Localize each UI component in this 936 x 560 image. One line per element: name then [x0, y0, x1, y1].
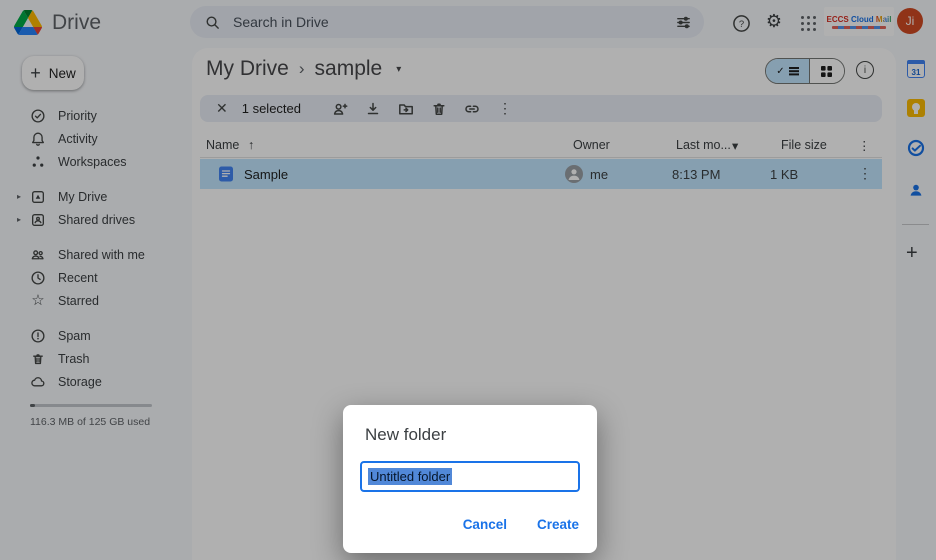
google-drive-window: Drive ? ⚙ ECCS Clo	[0, 0, 936, 560]
create-button[interactable]: Create	[537, 517, 579, 532]
cancel-button[interactable]: Cancel	[463, 517, 507, 532]
new-folder-dialog: New folder Untitled folder Cancel Create	[343, 405, 597, 553]
folder-name-input[interactable]: Untitled folder	[360, 461, 580, 492]
dialog-title: New folder	[365, 425, 446, 445]
dialog-actions: Cancel Create	[463, 517, 579, 532]
folder-name-selected-text: Untitled folder	[368, 468, 452, 485]
